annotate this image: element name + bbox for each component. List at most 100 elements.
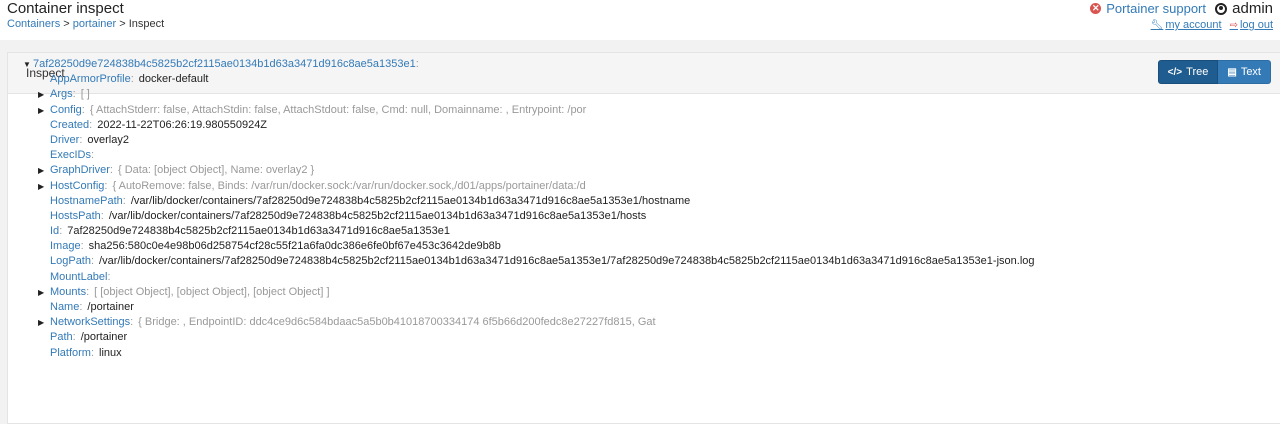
breadcrumb-current: Inspect: [128, 18, 165, 30]
tree-colon: :: [415, 58, 419, 70]
tree-row: HostsPath: /var/lib/docker/containers/7af…: [17, 209, 1035, 224]
breadcrumb-portainer[interactable]: portainer: [73, 18, 116, 30]
tree-value: /var/lib/docker/containers/7af28250d9e72…: [130, 194, 691, 207]
json-tree: ▼ 7af28250d9e724838b4c5825b2cf2115ae0134b…: [17, 57, 1035, 361]
tree-value: { Data: [object Object], Name: overlay2 …: [117, 164, 315, 177]
my-account-label: my account: [1165, 19, 1222, 31]
tree-key: LogPath: [50, 255, 91, 268]
tree-key: ExecIDs: [50, 149, 91, 162]
tree-row: Created: 2022-11-22T06:26:19.980550924Z: [17, 118, 1035, 133]
tree-value: { AttachStderr: false, AttachStdin: fals…: [89, 103, 587, 116]
tree-value: overlay2: [87, 133, 129, 146]
tree-root[interactable]: ▼ 7af28250d9e724838b4c5825b2cf2115ae0134b…: [17, 57, 1035, 72]
tree-row[interactable]: ▶ HostConfig: { AutoRemove: false, Binds: …: [17, 179, 1035, 194]
tree-key: AppArmorProfile: [50, 73, 131, 86]
view-toggle: </> Tree ▤ Text: [1157, 60, 1271, 84]
tree-colon: :: [90, 255, 95, 268]
tree-key: Mounts: [50, 285, 87, 298]
text-view-button[interactable]: ▤ Text: [1218, 60, 1271, 84]
file-text-icon: ▤: [1227, 66, 1237, 78]
tree-rows: AppArmorProfile: docker-default ▶ Args:[ ] ▶…: [17, 72, 1035, 361]
tree-row: HostnamePath: /var/lib/docker/containers/…: [17, 194, 1035, 209]
tree-colon: :: [79, 301, 83, 313]
tree-colon: :: [72, 331, 76, 344]
caret-right-icon[interactable]: ▶: [38, 315, 50, 330]
tree-colon: :: [90, 149, 95, 162]
tree-colon: :: [89, 118, 93, 131]
tree-colon: :: [81, 103, 85, 116]
caret-right-icon[interactable]: ▶: [38, 163, 50, 178]
tree-row: Name: /portainer: [17, 300, 1035, 315]
tree-colon: :: [86, 285, 90, 298]
page-title: Container inspect: [7, 0, 124, 17]
tree-colon: :: [130, 73, 134, 86]
caret-right-icon[interactable]: ▶: [38, 103, 50, 118]
tree-colon: :: [100, 209, 104, 222]
tree-value: /portainer: [87, 301, 134, 313]
text-button-label: Text: [1240, 66, 1261, 78]
tree-colon: :: [79, 133, 83, 146]
tree-key: HostnamePath: [50, 194, 123, 207]
tree-colon: :: [59, 225, 63, 238]
tree-colon: :: [72, 88, 76, 101]
tree-colon: :: [80, 240, 84, 253]
support-label: Portainer support: [1106, 1, 1206, 16]
tree-key: MountLabel: [50, 270, 108, 283]
breadcrumb: Containers > portainer > Inspect: [7, 18, 164, 30]
tree-key: Image: [50, 240, 81, 253]
tree-row[interactable]: ▶ NetworkSettings: { Bridge: , EndpointID:…: [17, 315, 1035, 330]
wrench-icon: 🔧︎: [1150, 19, 1164, 31]
tree-row[interactable]: ▶ Config: { AttachStderr: false, AttachStd…: [17, 103, 1035, 118]
tree-value: 7af28250d9e724838b4c5825b2cf2115ae0134b1…: [67, 225, 450, 238]
support-icon: ✕: [1090, 3, 1102, 14]
tree-value: /var/lib/docker/containers/7af28250d9e72…: [99, 255, 1035, 268]
caret-right-icon[interactable]: ▶: [38, 87, 50, 102]
tree-key: Config: [50, 103, 82, 116]
tree-value: { Bridge: , EndpointID: ddc4ce9d6c584bda…: [138, 316, 656, 329]
tree-view-button[interactable]: </> Tree: [1157, 60, 1219, 84]
caret-right-icon[interactable]: ▶: [38, 285, 50, 300]
tree-value: [ [object Object], [object Object], [obj…: [94, 285, 330, 298]
tree-row: AppArmorProfile: docker-default: [17, 72, 1035, 87]
tree-row: Image: sha256:580c0e4e98b06d258754cf28c55…: [17, 239, 1035, 254]
tree-key: Id: [50, 225, 60, 238]
caret-right-icon[interactable]: ▶: [38, 179, 50, 194]
tree-value: linux: [99, 346, 122, 359]
user-menu: admin: [1215, 0, 1273, 17]
breadcrumb-separator: >: [63, 18, 70, 30]
log-out-label: log out: [1239, 19, 1273, 31]
breadcrumb-containers[interactable]: Containers: [7, 18, 60, 30]
tree-row: Path: /portainer: [17, 330, 1035, 345]
tree-colon: :: [122, 194, 126, 207]
tree-key: Path: [50, 331, 73, 344]
portainer-support-link[interactable]: ✕ Portainer support: [1090, 1, 1206, 16]
log-out-link[interactable]: ⇨ log out: [1230, 19, 1273, 31]
tree-value: { AutoRemove: false, Binds: /var/run/doc…: [112, 179, 586, 192]
tree-key: HostsPath: [50, 209, 101, 222]
tree-row: Platform: linux: [17, 346, 1035, 361]
user-icon: [1215, 2, 1228, 15]
tree-key: Created: [50, 118, 90, 131]
tree-value: docker-default: [138, 73, 209, 86]
username: admin: [1232, 0, 1273, 17]
tree-key: Args: [50, 88, 73, 101]
code-icon: </>: [1167, 66, 1183, 78]
tree-key: NetworkSettings: [50, 316, 131, 329]
caret-down-icon[interactable]: ▼: [23, 57, 33, 72]
tree-key: 7af28250d9e724838b4c5825b2cf2115ae0134b1…: [33, 58, 416, 70]
tree-key: HostConfig: [50, 179, 105, 192]
tree-row: MountLabel:: [17, 270, 1035, 285]
tree-colon: :: [90, 346, 95, 359]
tree-row: LogPath: /var/lib/docker/containers/7af28…: [17, 254, 1035, 269]
tree-row: Id: 7af28250d9e724838b4c5825b2cf2115ae013…: [17, 224, 1035, 239]
tree-key: GraphDriver: [50, 164, 110, 177]
tree-key: Platform: [50, 346, 91, 359]
tree-row[interactable]: ▶ GraphDriver: { Data: [object Object], Na…: [17, 163, 1035, 178]
account-links: 🔧︎ my account ⇨ log out: [1151, 19, 1273, 31]
tree-row: ExecIDs:: [17, 148, 1035, 163]
tree-button-label: Tree: [1186, 66, 1209, 78]
tree-row[interactable]: ▶ Mounts: [ [object Object], [object Objec…: [17, 285, 1035, 300]
tree-value: /portainer: [80, 331, 128, 344]
my-account-link[interactable]: 🔧︎ my account: [1151, 19, 1222, 31]
tree-row[interactable]: ▶ Args: [ ]: [17, 87, 1035, 102]
